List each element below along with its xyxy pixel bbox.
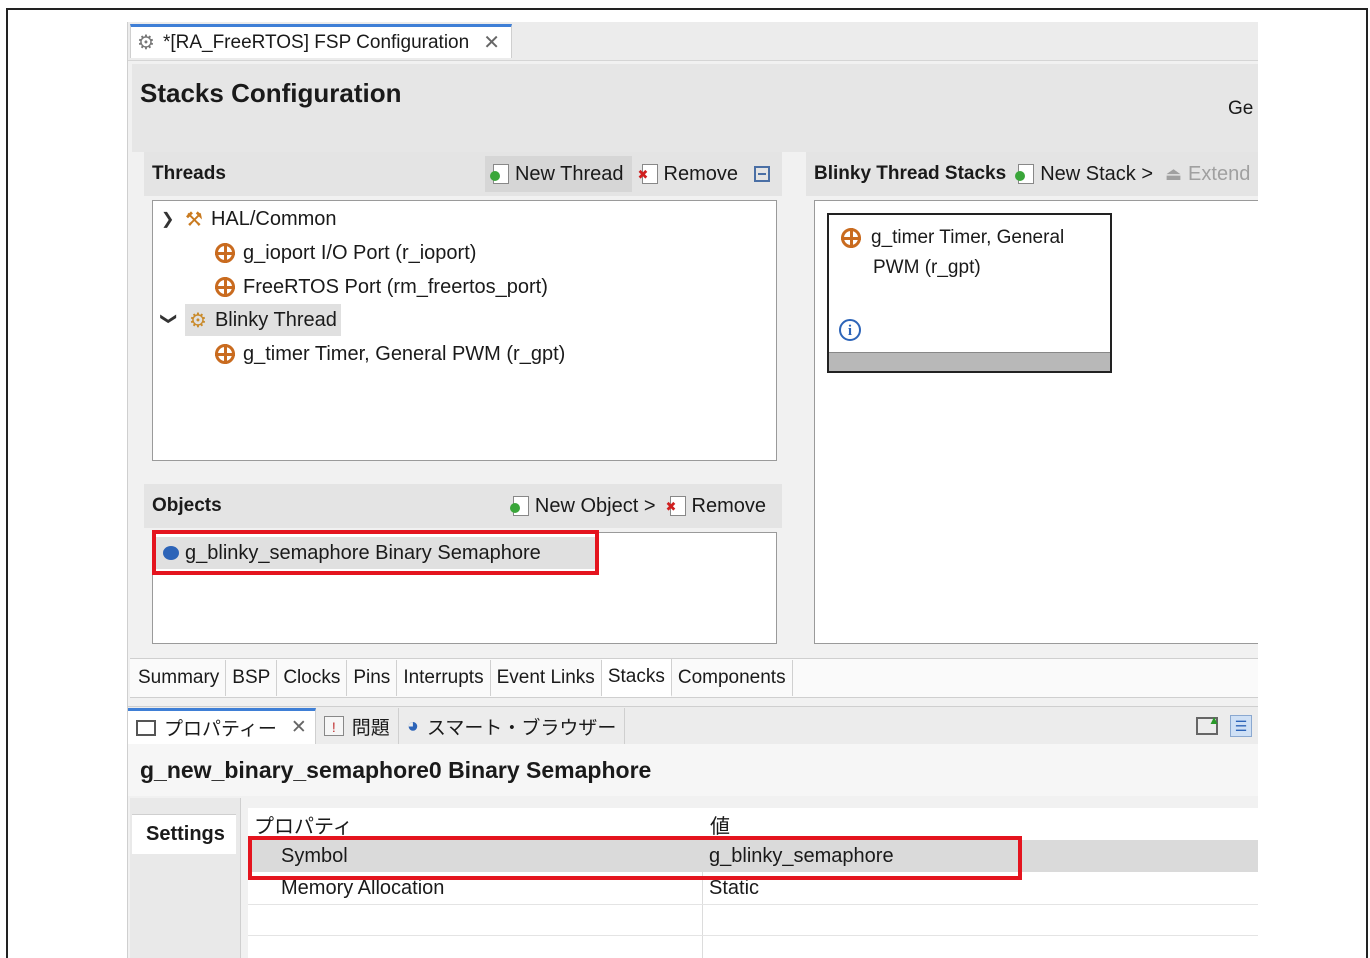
tab-clocks[interactable]: Clocks — [277, 660, 348, 696]
tree-item-label: FreeRTOS Port (rm_freertos_port) — [243, 275, 548, 298]
thread-gear-icon: ⚙ — [189, 309, 207, 332]
info-icon[interactable]: i — [839, 319, 861, 341]
tree-item-g-timer[interactable]: g_timer Timer, General PWM (r_gpt) — [215, 338, 565, 370]
configuration-tabs: Summary BSP Clocks Pins Interrupts Event… — [130, 658, 1258, 698]
properties-view-tabbar: プロパティー ✕ ! 問題 ◕ スマート・ブラウザー ▲ ☰ — [128, 706, 1258, 745]
problems-icon: ! — [323, 716, 344, 736]
remove-object-label: Remove — [691, 494, 766, 517]
tab-problems-label: 問題 — [351, 717, 390, 739]
new-thread-label: New Thread — [514, 162, 624, 185]
tab-pins[interactable]: Pins — [347, 660, 398, 696]
new-stack-button[interactable]: New Stack > — [1015, 162, 1154, 186]
properties-icon — [136, 719, 156, 736]
component-icon — [841, 228, 861, 248]
new-thread-icon — [489, 164, 509, 184]
tree-item-label: g_ioport I/O Port (r_ioport) — [243, 241, 477, 264]
stack-block-line-1: g_timer Timer, General — [841, 227, 1064, 249]
extend-icon: ⏏ — [1165, 163, 1183, 184]
tree-item-freertos-port[interactable]: FreeRTOS Port (rm_freertos_port) — [215, 271, 548, 303]
stack-block-title-1: g_timer Timer, General — [871, 227, 1065, 248]
blinky-thread-selection: ⚙ Blinky Thread — [185, 304, 341, 336]
tab-stacks[interactable]: Stacks — [601, 659, 672, 697]
stack-block-title-2: PWM (r_gpt) — [873, 257, 981, 278]
show-categories-icon[interactable]: ☰ — [1230, 715, 1252, 737]
tree-item-hal-common[interactable]: ❯ ⚒ HAL/Common — [161, 203, 337, 235]
tab-smart-browser-label: スマート・ブラウザー — [426, 717, 617, 739]
collapse-all-icon[interactable] — [754, 166, 770, 182]
view-toolbar: ▲ ☰ — [1196, 713, 1252, 737]
properties-title: g_new_binary_semaphore0 Binary Semaphore — [128, 744, 1258, 796]
new-object-label: New Object > — [534, 494, 656, 517]
tab-properties-label: プロパティー — [164, 719, 277, 740]
page-title: Stacks Configuration — [140, 78, 402, 108]
component-icon — [215, 344, 235, 364]
tab-bsp[interactable]: BSP — [226, 660, 278, 696]
tree-item-label: g_timer Timer, General PWM (r_gpt) — [243, 342, 566, 365]
column-header-value: 値 — [710, 816, 730, 838]
column-header-property: プロパティ — [254, 816, 353, 838]
tree-item-blinky-thread[interactable]: ❯ ⚙ Blinky Thread — [159, 304, 341, 336]
close-icon[interactable]: ✕ — [291, 716, 307, 739]
remove-thread-button[interactable]: Remove — [638, 162, 738, 186]
remove-object-button[interactable]: Remove — [666, 494, 766, 518]
highlight-symbol-row — [248, 836, 1022, 880]
extend-button[interactable]: ⏏ Extend — [1165, 163, 1250, 186]
close-icon[interactable]: ✕ — [483, 30, 500, 55]
component-icon — [215, 243, 235, 263]
stacks-panel-header: Blinky Thread Stacks New Stack > ⏏ Exten… — [806, 152, 1258, 196]
tree-item-ioport[interactable]: g_ioport I/O Port (r_ioport) — [215, 237, 476, 269]
tree-item-label: HAL/Common — [210, 207, 337, 230]
remove-icon — [666, 496, 686, 516]
editor-tab[interactable]: ⚙ *[RA_FreeRTOS] FSP Configuration ✕ — [130, 24, 512, 58]
table-row-empty — [248, 905, 1258, 936]
new-object-icon — [509, 496, 529, 516]
chevron-down-icon[interactable]: ❯ — [161, 209, 177, 229]
tab-smart-browser[interactable]: ◕ スマート・ブラウザー — [399, 708, 626, 744]
tab-properties[interactable]: プロパティー ✕ — [128, 708, 316, 744]
tab-components[interactable]: Components — [672, 660, 793, 696]
threads-tree: ❯ ⚒ HAL/Common g_ioport I/O Port (r_iopo… — [152, 200, 777, 461]
smart-browser-icon: ◕ — [406, 714, 419, 737]
highlight-object-box — [152, 530, 599, 575]
tab-problems[interactable]: ! 問題 — [316, 708, 399, 744]
general-info-link[interactable]: Ge — [1228, 98, 1253, 120]
editor-tab-title: *[RA_FreeRTOS] FSP Configuration — [162, 31, 470, 53]
extend-label: Extend — [1188, 162, 1251, 185]
hal-common-icon: ⚒ — [185, 208, 203, 231]
fsp-configuration-editor: ⚙ *[RA_FreeRTOS] FSP Configuration ✕ Sta… — [127, 22, 1258, 958]
stacks-panel-title: Blinky Thread Stacks — [814, 163, 1007, 184]
tree-item-label: Blinky Thread — [214, 308, 337, 331]
stack-block-footer — [829, 352, 1110, 371]
component-icon — [215, 277, 235, 297]
objects-title: Objects — [152, 495, 222, 516]
properties-table: プロパティ 値 Symbol g_blinky_semaphore Memory… — [248, 808, 1258, 958]
remove-thread-label: Remove — [663, 162, 738, 185]
chevron-down-icon[interactable]: ❯ — [159, 312, 179, 328]
remove-icon — [638, 164, 658, 184]
stack-block-g-timer[interactable]: g_timer Timer, General PWM (r_gpt) i — [827, 213, 1112, 373]
objects-header: Objects New Object > Remove — [144, 484, 782, 528]
tab-summary[interactable]: Summary — [130, 660, 227, 696]
tab-event-links[interactable]: Event Links — [491, 660, 602, 696]
new-stack-icon — [1015, 164, 1035, 184]
new-stack-label: New Stack > — [1040, 162, 1154, 185]
threads-title: Threads — [152, 163, 226, 184]
tab-interrupts[interactable]: Interrupts — [397, 660, 491, 696]
new-object-button[interactable]: New Object > — [509, 494, 656, 518]
tab-settings[interactable]: Settings — [132, 814, 236, 854]
threads-header: Threads New Thread Remove — [144, 152, 782, 196]
gear-icon: ⚙ — [137, 32, 155, 54]
new-thread-button[interactable]: New Thread — [484, 156, 632, 192]
pin-view-icon[interactable]: ▲ — [1196, 713, 1220, 735]
editor-tab-bar: ⚙ *[RA_FreeRTOS] FSP Configuration ✕ — [128, 22, 1258, 61]
